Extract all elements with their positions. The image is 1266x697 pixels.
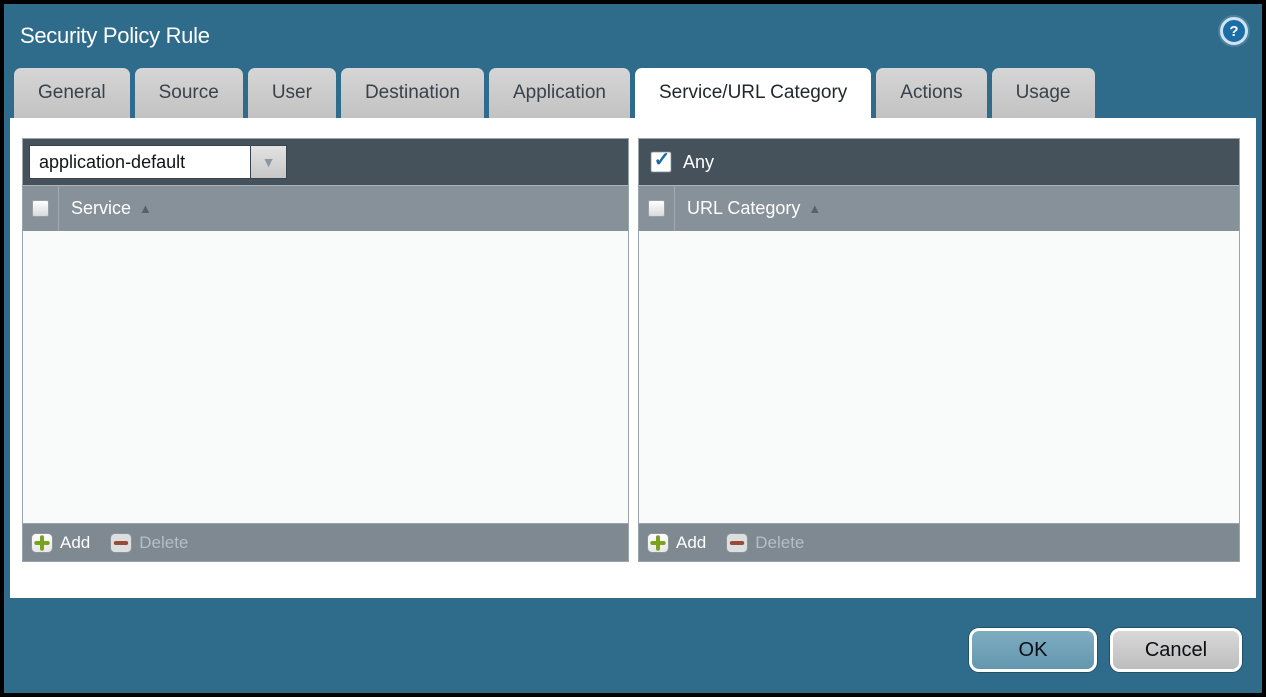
- add-button-label: Add: [676, 533, 706, 553]
- service-panel: ▼ Service ▲ Add: [22, 138, 629, 562]
- url-category-select-all-checkbox[interactable]: [648, 200, 665, 217]
- service-delete-button[interactable]: Delete: [110, 533, 188, 553]
- url-category-toolbar: ✓ Any: [639, 139, 1239, 185]
- sort-ascending-icon[interactable]: ▲: [808, 201, 821, 216]
- minus-icon: [726, 533, 748, 553]
- ok-button[interactable]: OK: [969, 628, 1097, 672]
- chevron-down-icon: ▼: [262, 155, 276, 169]
- service-list-body[interactable]: [23, 231, 628, 523]
- service-dropdown-button[interactable]: ▼: [250, 145, 287, 179]
- tab-actions[interactable]: Actions: [876, 68, 986, 118]
- any-checkbox[interactable]: ✓: [651, 152, 671, 172]
- cancel-button[interactable]: Cancel: [1110, 628, 1242, 672]
- question-mark-glyph: ?: [1229, 23, 1238, 40]
- service-toolbar: ▼: [23, 139, 628, 185]
- add-icon: [31, 533, 53, 553]
- service-dropdown-input[interactable]: [29, 145, 250, 179]
- delete-button-label: Delete: [139, 533, 188, 553]
- url-category-panel: ✓ Any URL Category ▲: [638, 138, 1240, 562]
- tab-service-url-category[interactable]: Service/URL Category: [635, 68, 871, 118]
- title-bar: Security Policy Rule ?: [4, 4, 1262, 68]
- dialog-action-row: OK Cancel: [4, 598, 1262, 693]
- tab-bar: General Source User Destination Applicat…: [4, 68, 1262, 118]
- dialog-title: Security Policy Rule: [20, 23, 210, 49]
- url-category-footer: Add Delete: [639, 523, 1239, 561]
- service-table-header: Service ▲: [23, 185, 628, 231]
- add-icon: [647, 533, 669, 553]
- url-category-delete-button[interactable]: Delete: [726, 533, 804, 553]
- tab-user[interactable]: User: [248, 68, 336, 118]
- service-add-button[interactable]: Add: [31, 533, 90, 553]
- sort-ascending-icon[interactable]: ▲: [139, 201, 152, 216]
- delete-button-label: Delete: [755, 533, 804, 553]
- tab-usage[interactable]: Usage: [992, 68, 1095, 118]
- url-category-add-button[interactable]: Add: [647, 533, 706, 553]
- tab-general[interactable]: General: [14, 68, 130, 118]
- service-header-checkbox-cell: [23, 186, 59, 231]
- service-footer: Add Delete: [23, 523, 628, 561]
- url-category-header-checkbox-cell: [639, 186, 675, 231]
- tab-source[interactable]: Source: [135, 68, 243, 118]
- service-column-label[interactable]: Service: [71, 198, 131, 219]
- tab-content-area: ▼ Service ▲ Add: [10, 118, 1256, 598]
- check-icon: ✓: [654, 150, 671, 170]
- any-checkbox-label: Any: [683, 152, 714, 173]
- url-category-column-label[interactable]: URL Category: [687, 198, 800, 219]
- url-category-list-body[interactable]: [639, 231, 1239, 523]
- service-type-dropdown: ▼: [29, 145, 287, 179]
- tab-application[interactable]: Application: [489, 68, 630, 118]
- tab-destination[interactable]: Destination: [341, 68, 484, 118]
- url-category-table-header: URL Category ▲: [639, 185, 1239, 231]
- add-button-label: Add: [60, 533, 90, 553]
- minus-icon: [110, 533, 132, 553]
- security-policy-rule-dialog: Security Policy Rule ? General Source Us…: [4, 4, 1262, 693]
- service-select-all-checkbox[interactable]: [32, 200, 49, 217]
- help-icon[interactable]: ?: [1220, 17, 1248, 45]
